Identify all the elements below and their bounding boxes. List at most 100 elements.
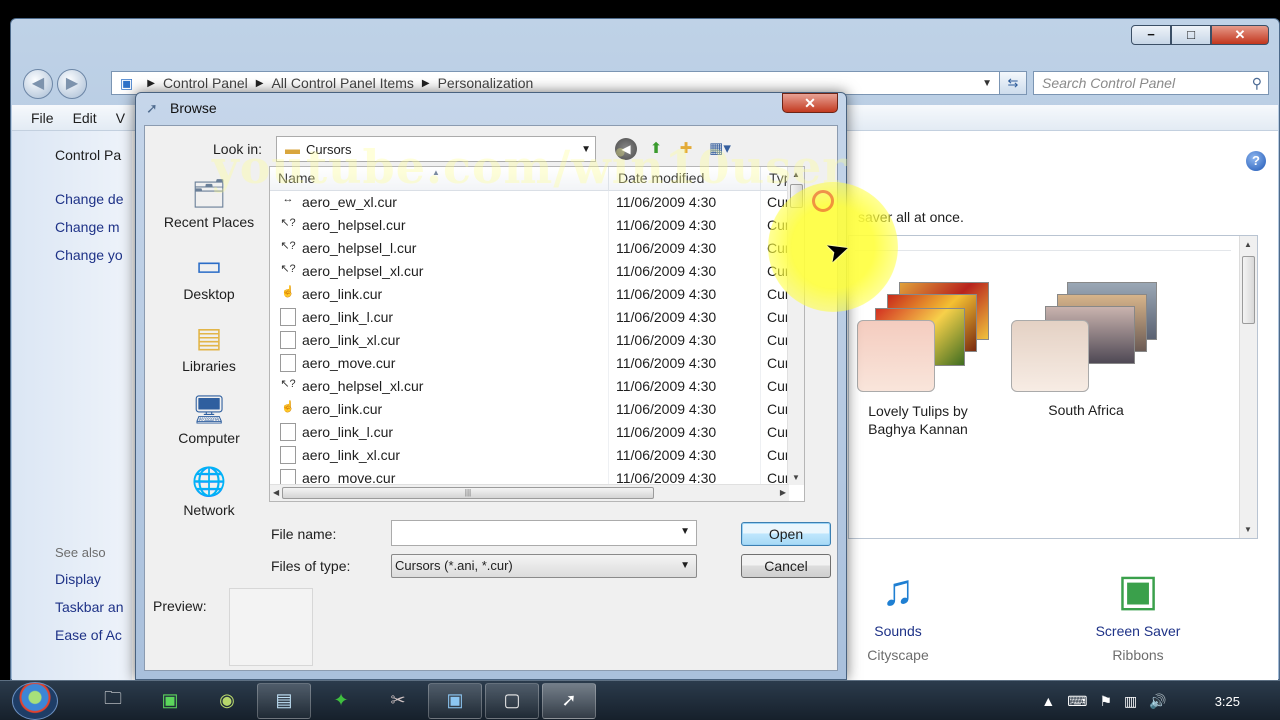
- view-menu-icon[interactable]: ▦▾: [705, 138, 735, 160]
- dialog-close-button[interactable]: ✕: [782, 93, 838, 113]
- see-also-display[interactable]: Display: [55, 571, 101, 587]
- minimize-button[interactable]: −: [1131, 25, 1171, 45]
- sounds-setting[interactable]: ♫ Sounds Cityscape: [838, 559, 958, 663]
- close-button[interactable]: ✕: [1211, 25, 1269, 45]
- dialog-icon: ➚: [146, 100, 158, 116]
- left-link-1[interactable]: Change de: [55, 191, 124, 207]
- place-computer[interactable]: 🖥 Computer: [149, 390, 269, 446]
- scroll-down-icon[interactable]: ▼: [1244, 525, 1252, 534]
- file-row[interactable]: ↖? aero_helpsel_xl.cur 11/06/2009 4:30 Curs…: [270, 260, 804, 283]
- maximize-button[interactable]: □: [1171, 25, 1211, 45]
- network-icon[interactable]: ▥: [1124, 693, 1137, 710]
- chevron-down-icon[interactable]: ▼: [581, 144, 591, 155]
- file-name: aero_link.cur: [302, 401, 383, 417]
- see-also-ease-of-access[interactable]: Ease of Ac: [55, 627, 122, 643]
- left-link-3[interactable]: Change yo: [55, 247, 123, 263]
- theme-south-africa[interactable]: South Africa: [1011, 276, 1161, 418]
- menu-file[interactable]: File: [31, 110, 54, 126]
- left-link-home[interactable]: Control Pa: [55, 147, 121, 163]
- new-folder-icon[interactable]: ✚: [675, 138, 697, 160]
- see-also-taskbar[interactable]: Taskbar an: [55, 599, 123, 615]
- column-separator[interactable]: [608, 167, 609, 191]
- column-date-modified[interactable]: Date modified: [618, 170, 704, 186]
- help-icon[interactable]: ?: [1246, 151, 1266, 171]
- forward-button[interactable]: ▶: [57, 69, 87, 99]
- file-row[interactable]: ☝ aero_link.cur 11/06/2009 4:30 Cursor: [270, 283, 804, 306]
- chevron-up-icon[interactable]: ▲: [1041, 693, 1055, 709]
- scroll-left-icon[interactable]: ◀: [273, 488, 279, 497]
- file-icon: [280, 446, 296, 464]
- device-icon[interactable]: ⌨: [1067, 693, 1087, 710]
- screen-saver-setting[interactable]: ▣ Screen Saver Ribbons: [1078, 559, 1198, 663]
- theme-lovely-tulips[interactable]: Lovely Tulips by Baghya Kannan: [843, 276, 993, 438]
- refresh-button[interactable]: ⇆: [999, 71, 1027, 95]
- breadcrumb-control-panel[interactable]: Control Panel: [163, 75, 248, 91]
- file-row[interactable]: ↖? aero_helpsel.cur 11/06/2009 4:30 Cursor: [270, 214, 804, 237]
- notepad-taskbar-icon[interactable]: ▤: [257, 682, 311, 719]
- themes-scrollbar[interactable]: ▲ ▼: [1239, 236, 1257, 538]
- scroll-thumb[interactable]: [1242, 256, 1255, 324]
- file-row[interactable]: aero_move.cur 11/06/2009 4:30 Cursor: [270, 352, 804, 375]
- sounds-title[interactable]: Sounds: [838, 623, 958, 639]
- scroll-right-icon[interactable]: ▶: [780, 488, 786, 497]
- back-icon[interactable]: ◀: [615, 138, 637, 160]
- file-row[interactable]: ↖? aero_helpsel_l.cur 11/06/2009 4:30 Curso…: [270, 237, 804, 260]
- file-row[interactable]: aero_link_xl.cur 11/06/2009 4:30 Cursor: [270, 329, 804, 352]
- up-folder-icon[interactable]: ⬆: [645, 138, 667, 160]
- left-link-2[interactable]: Change m: [55, 219, 120, 235]
- place-network[interactable]: 🌐 Network: [149, 462, 269, 518]
- scroll-up-icon[interactable]: ▲: [1244, 240, 1252, 249]
- search-input[interactable]: Search Control Panel ⚲: [1033, 71, 1269, 95]
- place-desktop[interactable]: ▭ Desktop: [149, 246, 269, 302]
- scroll-down-icon[interactable]: ▼: [792, 473, 800, 482]
- explorer-taskbar-icon[interactable]: 🗀: [86, 683, 140, 719]
- volume-icon[interactable]: 🔊: [1149, 693, 1166, 710]
- chevron-down-icon[interactable]: ▼: [680, 526, 690, 537]
- menu-edit[interactable]: Edit: [73, 110, 97, 126]
- place-recent[interactable]: 🗂 Recent Places: [149, 174, 269, 230]
- file-name-field[interactable]: ▼: [391, 520, 697, 546]
- horizontal-scrollbar[interactable]: ◀ ||| ▶: [270, 484, 789, 501]
- app-taskbar-icon[interactable]: ▣: [143, 683, 197, 719]
- media-taskbar-icon[interactable]: ◉: [200, 683, 254, 719]
- camtasia-taskbar-icon[interactable]: ▢: [485, 682, 539, 719]
- file-row[interactable]: ↔ aero_ew_xl.cur 11/06/2009 4:30 Cursor: [270, 191, 805, 214]
- back-button[interactable]: ◀: [23, 69, 53, 99]
- file-date: 11/06/2009 4:30: [616, 286, 717, 302]
- open-button[interactable]: Open: [741, 522, 831, 546]
- scroll-thumb[interactable]: |||: [282, 487, 654, 499]
- file-row[interactable]: aero_link_l.cur 11/06/2009 4:30 Cursor: [270, 306, 804, 329]
- chevron-right-icon: ▶: [421, 77, 430, 89]
- file-row[interactable]: ☝ aero_link.cur 11/06/2009 4:30 Cursor: [270, 398, 804, 421]
- start-button[interactable]: [12, 681, 58, 720]
- vertical-scrollbar[interactable]: ▲ ▼: [787, 167, 804, 485]
- chevron-down-icon[interactable]: ▼: [982, 78, 992, 89]
- screen-saver-title[interactable]: Screen Saver: [1078, 623, 1198, 639]
- file-row[interactable]: ↖? aero_helpsel_xl.cur 11/06/2009 4:30 Curs…: [270, 375, 804, 398]
- tool-taskbar-icon[interactable]: ✂: [371, 683, 425, 719]
- chevron-down-icon[interactable]: ▼: [680, 555, 690, 577]
- search-icon[interactable]: ⚲: [1252, 72, 1262, 94]
- action-center-icon[interactable]: ⚑: [1099, 693, 1112, 710]
- look-in-combo[interactable]: ▬ Cursors ▼: [276, 136, 596, 162]
- scroll-up-icon[interactable]: ▲: [792, 170, 800, 179]
- libraries-icon: ▤: [195, 322, 223, 353]
- clock[interactable]: 3:25: [1215, 694, 1240, 709]
- browse-taskbar-icon[interactable]: ➚: [542, 682, 596, 719]
- place-libraries[interactable]: ▤ Libraries: [149, 318, 269, 374]
- column-name[interactable]: Name: [278, 170, 315, 186]
- breadcrumb-all-items[interactable]: All Control Panel Items: [271, 75, 413, 91]
- game-taskbar-icon[interactable]: ✦: [314, 683, 368, 719]
- file-type-select[interactable]: Cursors (*.ani, *.cur) ▼: [391, 554, 697, 578]
- menu-view[interactable]: V: [116, 110, 125, 126]
- cancel-button[interactable]: Cancel: [741, 554, 831, 578]
- column-separator[interactable]: [760, 167, 761, 191]
- file-list[interactable]: Name ▲ Date modified Type ↔ aero_ew_xl.cu…: [269, 166, 805, 502]
- scroll-thumb[interactable]: [790, 184, 803, 208]
- look-in-value: Cursors: [306, 141, 352, 157]
- file-row[interactable]: aero_link_xl.cur 11/06/2009 4:30 Cursor: [270, 444, 804, 467]
- control-panel-taskbar-icon[interactable]: ▣: [428, 682, 482, 719]
- breadcrumb-personalization[interactable]: Personalization: [438, 75, 534, 91]
- recent-places-icon: 🗂: [191, 178, 227, 209]
- file-row[interactable]: aero_link_l.cur 11/06/2009 4:30 Cursor: [270, 421, 804, 444]
